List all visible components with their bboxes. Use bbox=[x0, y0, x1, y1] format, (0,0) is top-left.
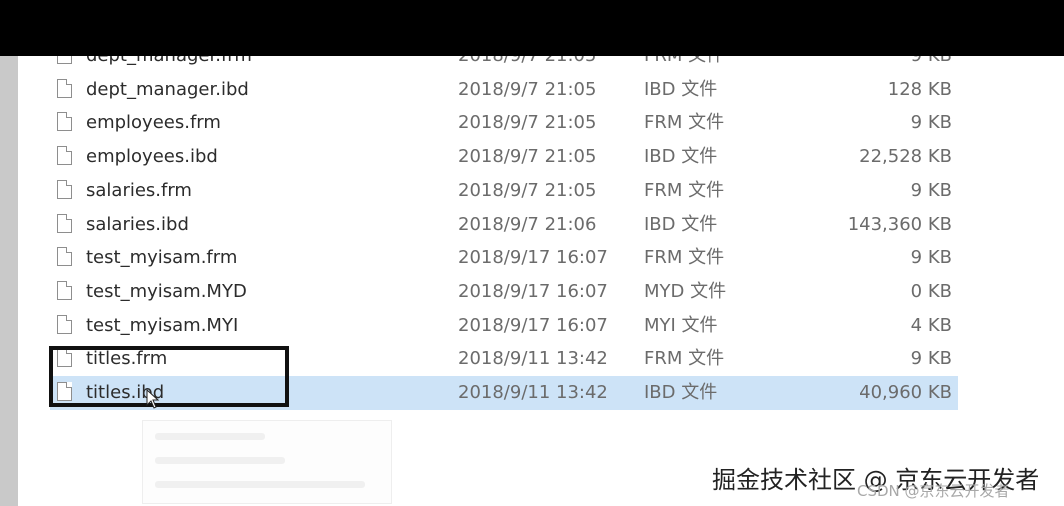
file-type: IBD 文件 bbox=[644, 382, 718, 403]
faded-menu-line bbox=[155, 457, 285, 464]
file-modified-date: 2018/9/7 21:05 bbox=[458, 179, 597, 201]
file-row[interactable]: employees.frm 2018/9/7 21:05 FRM 文件 9 KB bbox=[50, 106, 958, 140]
file-modified-date: 2018/9/17 16:07 bbox=[458, 280, 608, 302]
file-modified-date: 2018/9/7 21:05 bbox=[458, 78, 597, 100]
file-modified-date: 2018/9/7 21:05 bbox=[458, 56, 596, 73]
faded-menu-line bbox=[155, 481, 365, 488]
file-size: 22,528 KB bbox=[859, 146, 952, 168]
file-size: 143,360 KB bbox=[847, 213, 952, 235]
file-name: test_myisam.MYI bbox=[86, 314, 239, 336]
file-row[interactable]: dept_manager.ibd 2018/9/7 21:05 IBD 文件 128 … bbox=[50, 73, 958, 107]
file-size: 128 KB bbox=[887, 78, 952, 100]
generic-file-icon bbox=[57, 213, 72, 233]
file-list-pane: dept_manager.frm 2018/9/7 21:05 FRM 文件 9 KB… bbox=[18, 56, 1064, 506]
file-row[interactable]: dept_manager.frm 2018/9/7 21:05 FRM 文件 9 KB bbox=[50, 56, 958, 73]
file-size: 9 KB bbox=[911, 56, 952, 73]
file-type: FRM 文件 bbox=[644, 56, 724, 73]
file-modified-date: 2018/9/11 13:42 bbox=[458, 382, 608, 403]
file-row[interactable]: test_myisam.MYD 2018/9/17 16:07 MYD 文件 0 KB bbox=[50, 275, 958, 309]
file-type: MYI 文件 bbox=[644, 314, 718, 336]
file-row[interactable]: test_myisam.frm 2018/9/17 16:07 FRM 文件 9 KB bbox=[50, 241, 958, 275]
file-name: employees.ibd bbox=[86, 146, 218, 168]
file-modified-date: 2018/9/17 16:07 bbox=[458, 247, 608, 269]
file-type: MYD 文件 bbox=[644, 280, 727, 302]
file-size: 9 KB bbox=[910, 348, 952, 370]
file-name: test_myisam.frm bbox=[86, 247, 238, 269]
file-size: 9 KB bbox=[910, 247, 952, 269]
generic-file-icon bbox=[57, 247, 72, 267]
top-black-bar bbox=[0, 0, 1064, 56]
faded-context-menu bbox=[142, 420, 392, 504]
generic-file-icon bbox=[57, 56, 72, 64]
file-row[interactable]: test_myisam.MYI 2018/9/17 16:07 MYI 文件 4 KB bbox=[50, 309, 958, 343]
generic-file-icon bbox=[57, 78, 72, 98]
file-size: 9 KB bbox=[910, 179, 952, 201]
file-row[interactable]: salaries.frm 2018/9/7 21:05 FRM 文件 9 KB bbox=[50, 174, 958, 208]
generic-file-icon bbox=[57, 280, 72, 300]
file-name: test_myisam.MYD bbox=[86, 280, 247, 302]
file-type: FRM 文件 bbox=[644, 112, 725, 134]
file-type: IBD 文件 bbox=[644, 78, 718, 100]
file-name: salaries.frm bbox=[86, 179, 192, 201]
file-name: salaries.ibd bbox=[86, 213, 189, 235]
file-type: IBD 文件 bbox=[644, 146, 718, 168]
file-size: 4 KB bbox=[910, 314, 952, 336]
file-modified-date: 2018/9/7 21:05 bbox=[458, 146, 597, 168]
left-scrollbar[interactable] bbox=[0, 56, 18, 506]
annotation-highlight-box bbox=[49, 346, 289, 407]
file-row[interactable]: salaries.ibd 2018/9/7 21:06 IBD 文件 143,360 … bbox=[50, 208, 958, 242]
mouse-pointer-icon bbox=[146, 389, 160, 409]
generic-file-icon bbox=[57, 179, 72, 199]
file-type: IBD 文件 bbox=[644, 213, 718, 235]
file-type: FRM 文件 bbox=[644, 348, 725, 370]
generic-file-icon bbox=[57, 146, 72, 166]
generic-file-icon bbox=[57, 314, 72, 334]
watermark-secondary: CSDN @京东云开发者 bbox=[857, 482, 1010, 500]
file-size: 0 KB bbox=[910, 280, 952, 302]
file-row[interactable]: employees.ibd 2018/9/7 21:05 IBD 文件 22,528 … bbox=[50, 140, 958, 174]
file-size: 40,960 KB bbox=[859, 382, 952, 403]
faded-menu-line bbox=[155, 433, 265, 440]
file-type: FRM 文件 bbox=[644, 179, 725, 201]
file-name: dept_manager.frm bbox=[86, 56, 252, 73]
file-modified-date: 2018/9/11 13:42 bbox=[458, 348, 608, 370]
file-name: employees.frm bbox=[86, 112, 221, 134]
file-size: 9 KB bbox=[910, 112, 952, 134]
file-modified-date: 2018/9/7 21:06 bbox=[458, 213, 597, 235]
file-type: FRM 文件 bbox=[644, 247, 725, 269]
generic-file-icon bbox=[57, 112, 72, 132]
file-modified-date: 2018/9/17 16:07 bbox=[458, 314, 608, 336]
file-modified-date: 2018/9/7 21:05 bbox=[458, 112, 597, 134]
file-name: dept_manager.ibd bbox=[86, 78, 249, 100]
